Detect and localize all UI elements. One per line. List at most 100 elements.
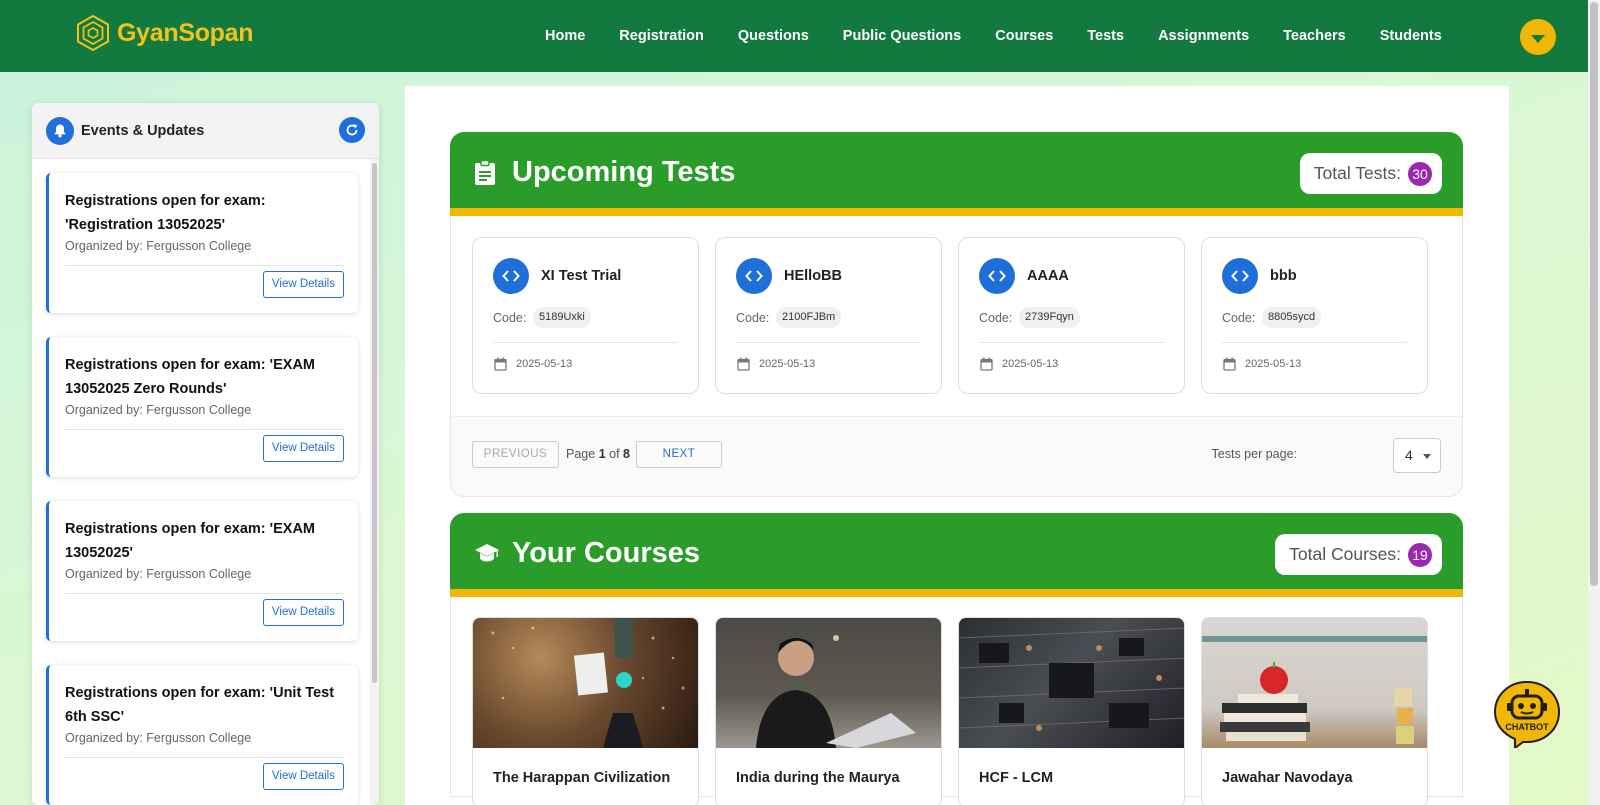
test-code: 8805sycd xyxy=(1262,307,1322,328)
current-page: 1 xyxy=(598,447,606,461)
total-courses-pill: Total Courses: 19 xyxy=(1275,534,1442,575)
course-card[interactable]: India during the Maurya xyxy=(715,617,942,805)
event-title: Registrations open for exam: 'EXAM 13052… xyxy=(65,521,315,561)
calendar-icon xyxy=(980,357,993,376)
event-organizer: Organized by: Fergusson College xyxy=(65,239,252,253)
course-card[interactable]: HCF - LCM xyxy=(958,617,1185,805)
graduation-cap-icon xyxy=(474,543,500,568)
event-organizer: Organized by: Fergusson College xyxy=(65,403,252,417)
robot-icon: CHATBOT xyxy=(1493,680,1561,750)
course-card[interactable]: Jawahar Navodaya xyxy=(1201,617,1428,805)
event-card: Registrations open for exam: 'EXAM 13052… xyxy=(46,501,358,641)
events-scrollbar[interactable] xyxy=(370,159,379,805)
of-word: of xyxy=(609,447,620,461)
brand-name: GyanSopan xyxy=(117,18,254,47)
test-code-label: Code: xyxy=(979,311,1013,325)
tests-body: XI Test Trial Code: 5189Uxki 2025-05-13 … xyxy=(450,216,1463,497)
event-title: Registrations open for exam: 'EXAM 13052… xyxy=(65,357,315,397)
total-tests-label: Total Tests: xyxy=(1313,163,1401,183)
divider xyxy=(493,342,678,343)
chatbot-button[interactable]: CHATBOT xyxy=(1493,680,1561,750)
divider xyxy=(65,265,344,266)
test-name: HElloBB xyxy=(784,268,842,284)
code-icon xyxy=(1222,258,1258,294)
tests-per-page-select[interactable]: 4 xyxy=(1393,438,1441,473)
events-title: Events & Updates xyxy=(81,122,205,139)
event-title: Registrations open for exam: 'Unit Test … xyxy=(65,685,335,725)
course-card[interactable]: The Harappan Civilization xyxy=(472,617,699,805)
tests-pagination: PREVIOUS Page 1 of 8 NEXT Tests per page… xyxy=(451,416,1462,496)
events-header: Events & Updates xyxy=(32,103,379,159)
nav-public-questions[interactable]: Public Questions xyxy=(843,28,961,44)
test-code: 2739Fqyn xyxy=(1019,307,1080,328)
bell-icon xyxy=(46,116,74,145)
view-details-button[interactable]: View Details xyxy=(262,271,344,298)
nav-courses[interactable]: Courses xyxy=(995,28,1053,44)
event-title: Registrations open for exam: 'Registrati… xyxy=(65,193,266,233)
divider xyxy=(65,429,344,430)
nav-registration[interactable]: Registration xyxy=(619,28,704,44)
event-card: Registrations open for exam: 'Registrati… xyxy=(46,173,358,313)
event-organizer: Organized by: Fergusson College xyxy=(65,731,252,745)
courses-body: The Harappan Civilization India during t… xyxy=(450,597,1463,805)
nav-tests[interactable]: Tests xyxy=(1087,28,1124,44)
view-details-button[interactable]: View Details xyxy=(262,599,344,626)
courses-section: Your Courses Total Courses: 19 The Harap xyxy=(450,513,1463,805)
view-details-button[interactable]: View Details xyxy=(262,763,344,790)
total-tests-pill: Total Tests: 30 xyxy=(1299,153,1442,194)
events-list: Registrations open for exam: 'Registrati… xyxy=(46,173,358,805)
course-image xyxy=(1202,618,1427,748)
main-content: Upcoming Tests Total Tests: 30 XI Test T… xyxy=(405,86,1509,805)
test-name: XI Test Trial xyxy=(541,268,622,284)
next-page-button[interactable]: NEXT xyxy=(636,441,722,468)
test-name: bbb xyxy=(1270,268,1297,284)
calendar-icon xyxy=(494,357,507,376)
code-icon xyxy=(493,258,529,294)
test-code-label: Code: xyxy=(1222,311,1256,325)
page-scrollbar[interactable] xyxy=(1588,0,1600,805)
course-image xyxy=(473,618,698,748)
calendar-icon xyxy=(1223,357,1236,376)
page-indicator: Page 1 of 8 xyxy=(566,447,630,461)
page-scrollbar-thumb[interactable] xyxy=(1590,2,1598,586)
nav-assignments[interactable]: Assignments xyxy=(1158,28,1249,44)
brand-logo[interactable]: GyanSopan xyxy=(74,14,254,52)
course-name: The Harappan Civilization xyxy=(493,770,671,786)
nav-home[interactable]: Home xyxy=(545,28,585,44)
upcoming-tests-title: Upcoming Tests xyxy=(512,156,736,188)
test-card[interactable]: XI Test Trial Code: 5189Uxki 2025-05-13 xyxy=(472,237,699,394)
total-courses-badge: 19 xyxy=(1408,542,1432,567)
test-card[interactable]: bbb Code: 8805sycd 2025-05-13 xyxy=(1201,237,1428,394)
nav-teachers[interactable]: Teachers xyxy=(1283,28,1346,44)
calendar-icon xyxy=(737,357,750,376)
test-card[interactable]: AAAA Code: 2739Fqyn 2025-05-13 xyxy=(958,237,1185,394)
refresh-icon[interactable] xyxy=(339,117,365,143)
view-details-button[interactable]: View Details xyxy=(262,435,344,462)
test-code-label: Code: xyxy=(493,311,527,325)
divider xyxy=(65,593,344,594)
divider xyxy=(65,757,344,758)
course-name: HCF - LCM xyxy=(979,770,1054,786)
divider xyxy=(979,342,1164,343)
total-courses-label: Total Courses: xyxy=(1289,544,1401,564)
previous-page-button[interactable]: PREVIOUS xyxy=(472,441,559,468)
test-date: 2025-05-13 xyxy=(759,358,816,370)
chatbot-label: CHATBOT xyxy=(1505,722,1549,732)
nav-questions[interactable]: Questions xyxy=(738,28,809,44)
total-tests-badge: 30 xyxy=(1408,161,1432,186)
code-icon xyxy=(979,258,1015,294)
events-sidebar: Events & Updates Registrations open for … xyxy=(32,103,379,805)
divider xyxy=(736,342,921,343)
courses-title: Your Courses xyxy=(512,537,701,569)
test-name: AAAA xyxy=(1027,268,1069,284)
events-scrollbar-thumb[interactable] xyxy=(372,163,377,683)
total-pages: 8 xyxy=(623,447,630,461)
event-card: Registrations open for exam: 'Unit Test … xyxy=(46,665,358,805)
profile-menu-button[interactable] xyxy=(1520,19,1556,55)
course-image xyxy=(959,618,1184,748)
nav-students[interactable]: Students xyxy=(1380,28,1442,44)
test-card[interactable]: HElloBB Code: 2100FJBm 2025-05-13 xyxy=(715,237,942,394)
code-icon xyxy=(736,258,772,294)
test-code: 2100FJBm xyxy=(776,307,842,328)
page-word: Page xyxy=(566,447,596,461)
